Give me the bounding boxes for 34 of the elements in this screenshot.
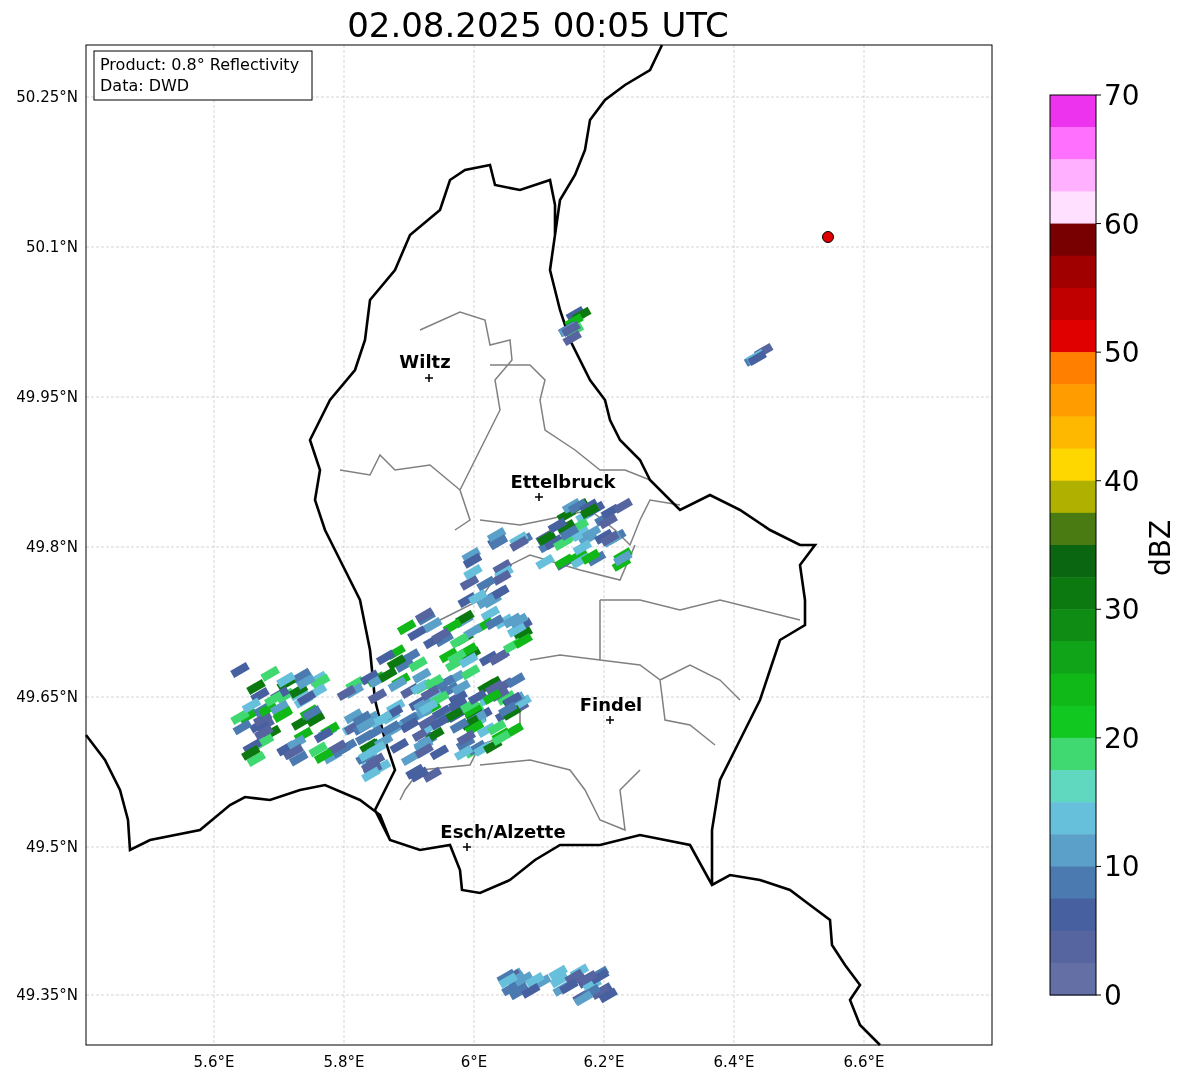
- colorbar-tick-label: 60: [1104, 207, 1140, 241]
- latitude-label: 49.5°N: [25, 838, 78, 856]
- colorbar-tick-label: 10: [1104, 850, 1140, 884]
- city-label: Wiltz: [399, 351, 451, 372]
- location-marker: [822, 231, 834, 243]
- longitude-label: 6°E: [460, 1053, 488, 1071]
- city-marker-icon: [424, 373, 434, 383]
- longitude-label: 6.4°E: [713, 1053, 755, 1071]
- city-marker-icon: [534, 492, 544, 502]
- city-marker-icon: [462, 842, 472, 852]
- colorbar-label: dBZ: [1144, 519, 1177, 577]
- longitude-label: 5.8°E: [323, 1053, 365, 1071]
- city-marker-icon: [605, 715, 615, 725]
- longitude-label: 5.6°E: [193, 1053, 235, 1071]
- latitude-label: 49.8°N: [25, 538, 78, 556]
- colorbar-tick-label: 40: [1104, 464, 1140, 498]
- longitude-label: 6.6°E: [843, 1053, 885, 1071]
- colorbar-tick-label: 0: [1104, 979, 1122, 1012]
- colorbar-tick-label: 30: [1104, 593, 1140, 627]
- colorbar-tick-label: 70: [1104, 79, 1140, 112]
- city-label: Findel: [579, 694, 643, 715]
- longitude-label: 6.2°E: [583, 1053, 625, 1071]
- info-text: Product: 0.8° Reflectivity: [100, 55, 300, 74]
- latitude-label: 50.1°N: [25, 238, 78, 256]
- latitude-label: 49.35°N: [16, 986, 78, 1004]
- city-label: Ettelbruck: [510, 471, 616, 492]
- colorbar-tick-label: 20: [1104, 721, 1140, 755]
- chart-title: 02.08.2025 00:05 UTC: [347, 5, 729, 45]
- latitude-label: 49.65°N: [16, 688, 78, 706]
- latitude-label: 50.25°N: [16, 88, 78, 106]
- colorbar-tick-label: 50: [1104, 336, 1140, 370]
- info-text: Data: DWD: [100, 76, 190, 95]
- latitude-label: 49.95°N: [16, 388, 78, 406]
- city-label: Esch/Alzette: [440, 821, 566, 842]
